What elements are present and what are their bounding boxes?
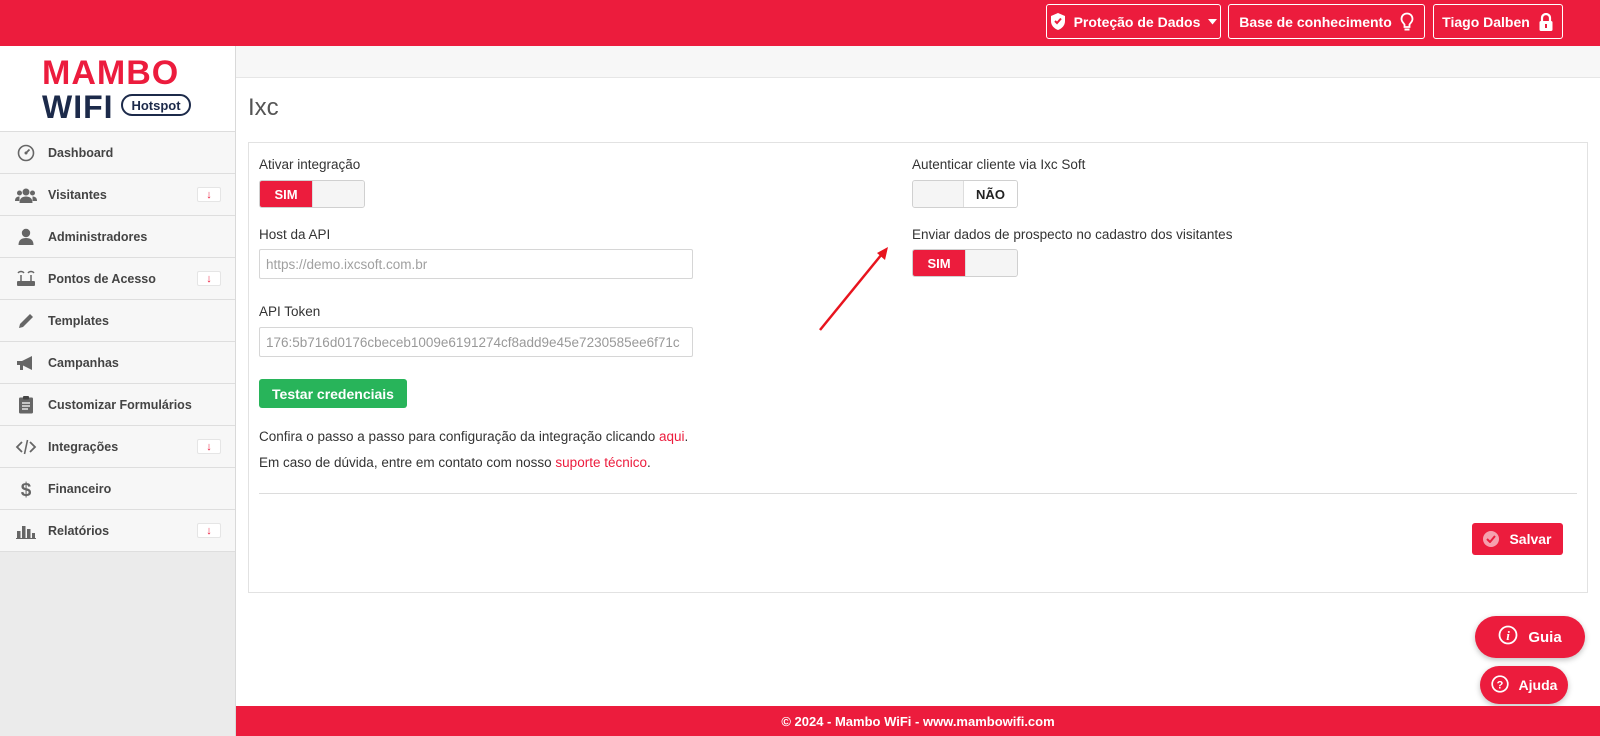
megaphone-icon	[14, 353, 38, 373]
page-title: Ixc	[248, 94, 279, 121]
auth-client-toggle[interactable]: NÃO	[912, 180, 1018, 208]
sidebar-item-relatorios[interactable]: Relatórios ↓	[0, 510, 235, 552]
help-line-support: Em caso de dúvida, entre em contato com …	[259, 455, 651, 470]
save-label: Salvar	[1509, 531, 1552, 547]
expand-arrow-icon[interactable]: ↓	[197, 523, 221, 538]
svg-text:?: ?	[1496, 679, 1503, 691]
check-circle-icon	[1483, 531, 1500, 547]
user-icon	[14, 227, 38, 247]
lock-icon	[1538, 12, 1554, 31]
save-button[interactable]: Salvar	[1472, 523, 1563, 555]
logo-badge: Hotspot	[131, 98, 181, 113]
dashboard-icon	[14, 143, 38, 163]
knowledge-base-label: Base de conhecimento	[1239, 13, 1392, 30]
sidebar-item-campanhas[interactable]: Campanhas	[0, 342, 235, 384]
question-icon: ?	[1490, 674, 1509, 696]
expand-arrow-icon[interactable]: ↓	[197, 439, 221, 454]
pencil-icon	[14, 311, 38, 331]
user-menu-button[interactable]: Tiago Dalben	[1433, 4, 1563, 39]
main-content: Ixc Ativar integração SIM Host da API AP…	[236, 46, 1600, 706]
toggle-on-label: SIM	[913, 250, 965, 276]
sidebar: MAMBO WIFI Hotspot Dashboard Visitantes ↓ A…	[0, 46, 236, 736]
svg-text:$: $	[21, 480, 32, 499]
send-prospect-toggle[interactable]: SIM	[912, 249, 1018, 277]
sidebar-item-label: Dashboard	[48, 145, 114, 160]
clipboard-icon	[14, 395, 38, 415]
help-text-support-end: .	[646, 455, 651, 470]
toggle-on-label: SIM	[260, 181, 312, 207]
sidebar-item-visitantes[interactable]: Visitantes ↓	[0, 174, 235, 216]
send-prospect-label: Enviar dados de prospecto no cadastro do…	[912, 227, 1233, 242]
sidebar-item-label: Relatórios	[48, 523, 110, 538]
sidebar-item-label: Templates	[48, 313, 109, 328]
knowledge-base-button[interactable]: Base de conhecimento	[1228, 4, 1425, 39]
shield-icon	[1050, 13, 1066, 30]
api-host-input[interactable]	[259, 249, 693, 279]
api-token-label: API Token	[259, 304, 321, 319]
api-host-label: Host da API	[259, 227, 331, 242]
toggle-knob	[913, 181, 965, 207]
sidebar-item-administradores[interactable]: Administradores	[0, 216, 235, 258]
guide-link[interactable]: aqui	[659, 429, 685, 444]
help-label: Ajuda	[1518, 677, 1558, 693]
info-icon: i	[1498, 625, 1518, 649]
expand-arrow-icon[interactable]: ↓	[197, 271, 221, 286]
api-token-input[interactable]	[259, 327, 693, 357]
support-link[interactable]: suporte técnico	[555, 455, 647, 470]
users-icon	[14, 185, 38, 205]
lightbulb-icon	[1400, 12, 1414, 32]
auth-client-label: Autenticar cliente via Ixc Soft	[912, 157, 1086, 172]
data-protection-label: Proteção de Dados	[1073, 13, 1201, 30]
enable-integration-toggle[interactable]: SIM	[259, 180, 365, 208]
expand-arrow-icon[interactable]: ↓	[197, 187, 221, 202]
enable-integration-label: Ativar integração	[259, 157, 361, 172]
sidebar-item-customizar-formularios[interactable]: Customizar Formulários	[0, 384, 235, 426]
code-icon	[14, 437, 38, 457]
data-protection-menu[interactable]: Proteção de Dados	[1046, 4, 1221, 39]
help-text-guide-end: .	[684, 429, 689, 444]
footer-text: © 2024 - Mambo WiFi - www.mambowifi.com	[781, 713, 1055, 729]
user-name: Tiago Dalben	[1442, 13, 1530, 30]
sidebar-item-dashboard[interactable]: Dashboard	[0, 132, 235, 174]
top-bar: Proteção de Dados Base de conhecimento T…	[0, 0, 1600, 46]
dollar-icon: $	[14, 479, 38, 499]
sidebar-item-financeiro[interactable]: $ Financeiro	[0, 468, 235, 510]
sidebar-item-pontos-de-acesso[interactable]: Pontos de Acesso ↓	[0, 258, 235, 300]
sidebar-nav: Dashboard Visitantes ↓ Administradores Ponto…	[0, 132, 235, 552]
toggle-knob	[312, 181, 364, 207]
integration-form-panel: Ativar integração SIM Host da API API To…	[248, 142, 1588, 593]
toggle-off-label: NÃO	[963, 181, 1017, 207]
sidebar-item-label: Customizar Formulários	[48, 397, 192, 412]
help-line-guide: Confira o passo a passo para configuraçã…	[259, 429, 688, 444]
guide-button[interactable]: i Guia	[1475, 616, 1585, 658]
help-text-guide: Confira o passo a passo para configuraçã…	[259, 429, 660, 444]
sidebar-item-templates[interactable]: Templates	[0, 300, 235, 342]
logo[interactable]: MAMBO WIFI Hotspot	[0, 46, 235, 132]
sidebar-item-integracoes[interactable]: Integrações ↓	[0, 426, 235, 468]
form-divider	[259, 493, 1577, 494]
help-button[interactable]: ? Ajuda	[1480, 666, 1568, 704]
footer: © 2024 - Mambo WiFi - www.mambowifi.com	[236, 706, 1600, 736]
caret-down-icon	[1208, 18, 1218, 25]
sidebar-item-label: Pontos de Acesso	[48, 271, 156, 286]
guide-label: Guia	[1528, 628, 1562, 646]
svg-text:i: i	[1507, 628, 1511, 643]
content-header-strip	[236, 46, 1600, 78]
bar-chart-icon	[14, 521, 38, 541]
help-text-support: Em caso de dúvida, entre em contato com …	[259, 455, 556, 470]
sidebar-item-label: Integrações	[48, 439, 119, 454]
toggle-knob	[965, 250, 1017, 276]
logo-line1: MAMBO	[42, 54, 179, 92]
sidebar-item-label: Campanhas	[48, 355, 119, 370]
sidebar-item-label: Financeiro	[48, 481, 112, 496]
sidebar-item-label: Administradores	[48, 229, 148, 244]
test-credentials-button[interactable]: Testar credenciais	[259, 379, 407, 408]
router-icon	[14, 269, 38, 289]
sidebar-item-label: Visitantes	[48, 187, 107, 202]
logo-line2: WIFI	[42, 89, 114, 125]
